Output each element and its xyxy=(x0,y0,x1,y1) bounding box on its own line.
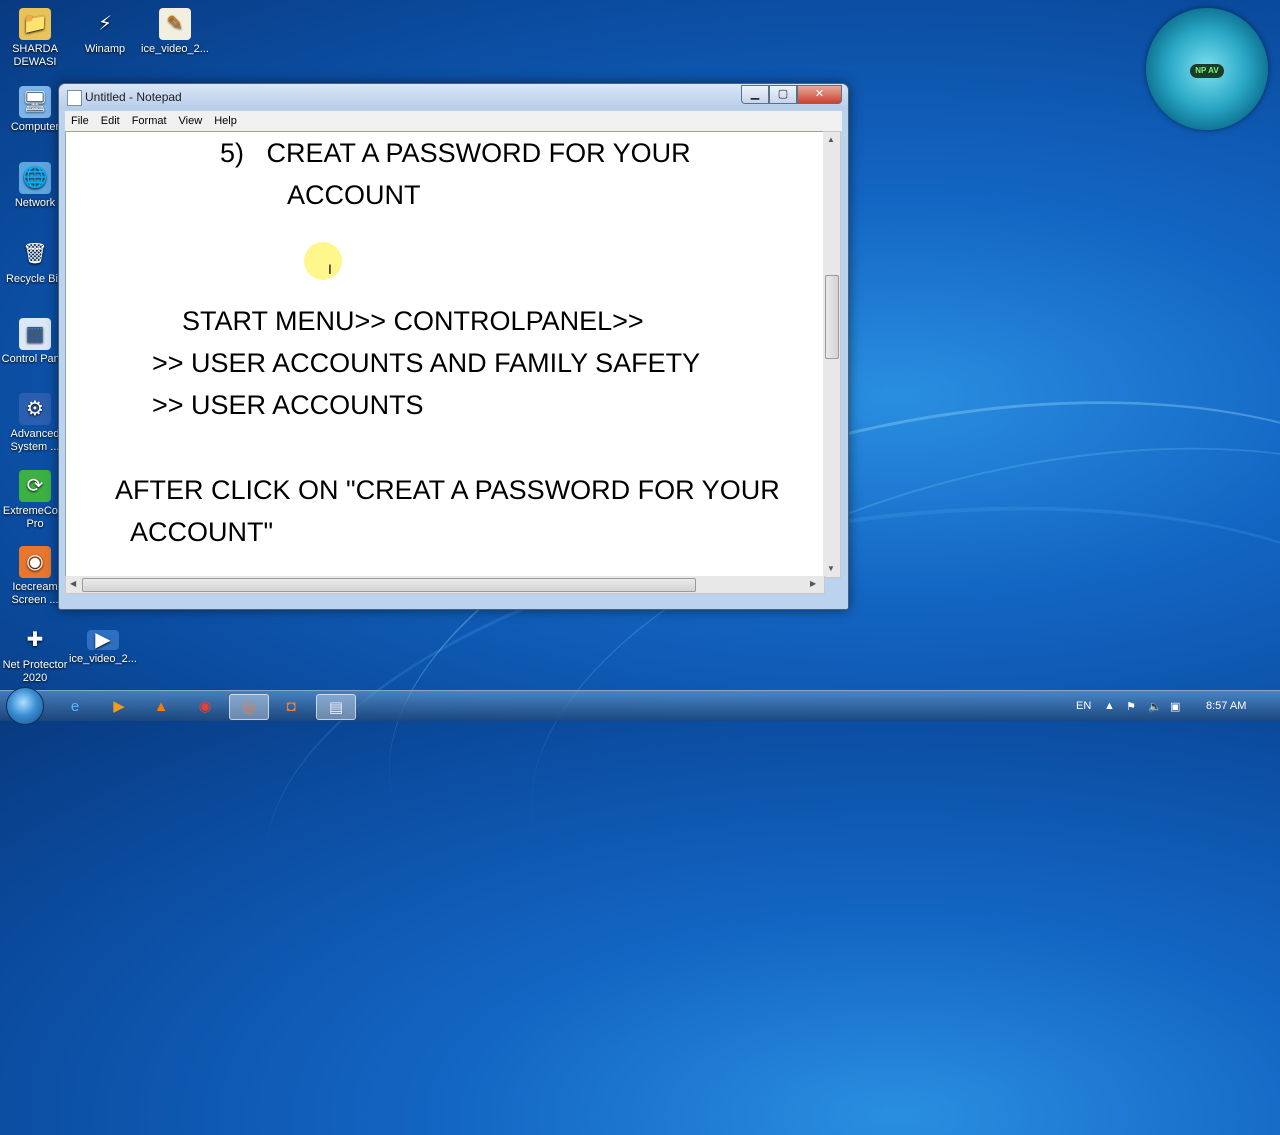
chrome-icon[interactable]: ◉ xyxy=(186,694,224,718)
scroll-up-arrow-icon[interactable]: ▲ xyxy=(827,135,835,144)
text-line: 5) CREAT A PASSWORD FOR YOUR xyxy=(220,138,691,168)
text-cursor-icon: I xyxy=(328,261,332,277)
icecream-icon: ◉ xyxy=(19,546,51,578)
maximize-button[interactable]: ▢ xyxy=(769,85,797,104)
menu-view[interactable]: View xyxy=(173,115,209,127)
text-line: >> USER ACCOUNTS xyxy=(152,390,424,420)
desktop-icon-label: Net Protector 2020 xyxy=(2,659,68,684)
desktop-icon-user-folder[interactable]: 📁 SHARDA DEWASI xyxy=(0,8,70,69)
folder-user-icon: 📁 xyxy=(19,8,51,40)
window-title: Untitled - Notepad xyxy=(85,90,182,104)
volume-icon[interactable]: 🔈 xyxy=(1148,700,1162,713)
computer-icon: 🖥 xyxy=(19,86,51,118)
notepad-icon[interactable]: ▤ xyxy=(316,694,356,720)
icecream-recorder-icon[interactable]: ◎ xyxy=(229,694,269,720)
close-button[interactable]: ✕ xyxy=(797,85,842,104)
advanced-system-icon: ⚙ xyxy=(19,393,51,425)
desktop-icon-label: Winamp xyxy=(84,43,126,55)
horizontal-scrollbar[interactable]: ◀ ▶ xyxy=(65,576,825,594)
language-indicator[interactable]: EN xyxy=(1076,700,1091,712)
menu-format[interactable]: Format xyxy=(126,115,173,127)
vertical-scroll-thumb[interactable] xyxy=(825,275,839,359)
net-protector-icon: ✚ xyxy=(26,628,44,651)
vlc-icon[interactable]: ▲ xyxy=(142,694,180,718)
extremecopy-icon: ⟳ xyxy=(19,470,51,502)
desktop-icon-video-file[interactable]: ✎ ice_video_2... xyxy=(140,8,210,56)
taskbar: e ▶ ▲ ◉ ◎ ◘ ▤ EN ▲ ⚑ 🔈 ▣ 8:57 AM xyxy=(0,687,1280,725)
show-hidden-icons-icon[interactable]: ▲ xyxy=(1104,700,1115,712)
text-line: AFTER CLICK ON "CREAT A PASSWORD FOR YOU… xyxy=(115,475,780,505)
security-flag-icon[interactable]: ⚑ xyxy=(1126,700,1136,713)
network-tray-icon[interactable]: ▣ xyxy=(1170,700,1180,713)
gadget-badge: NP AV xyxy=(1190,64,1224,78)
horizontal-scroll-thumb[interactable] xyxy=(82,578,696,592)
menu-help[interactable]: Help xyxy=(208,115,243,127)
control-panel-icon: ▦ xyxy=(19,318,51,350)
notepad-icon xyxy=(67,90,82,106)
ie-icon[interactable]: e xyxy=(56,694,94,718)
desktop-icon-label: SHARDA DEWASI xyxy=(12,43,58,68)
desktop-icon-winamp[interactable]: ⚡ Winamp xyxy=(70,8,140,56)
menu-file[interactable]: File xyxy=(65,115,95,127)
text-line: ACCOUNT xyxy=(287,180,421,210)
vertical-scrollbar[interactable]: ▲ ▼ xyxy=(823,131,841,578)
menu-edit[interactable]: Edit xyxy=(95,115,126,127)
scroll-left-arrow-icon[interactable]: ◀ xyxy=(70,579,76,588)
winamp-icon: ⚡ xyxy=(97,12,113,35)
antivirus-gadget[interactable]: NP AV xyxy=(1146,8,1268,130)
desktop-icon-label: ice_video_2... xyxy=(141,43,209,55)
scroll-right-arrow-icon[interactable]: ▶ xyxy=(810,579,816,588)
clock[interactable]: 8:57 AM xyxy=(1206,700,1246,712)
text-line: START MENU>> CONTROLPANEL>> xyxy=(182,306,644,336)
icecream-screen-icon[interactable]: ◘ xyxy=(272,694,310,718)
text-line: >> USER ACCOUNTS AND FAMILY SAFETY xyxy=(152,348,701,378)
minimize-button[interactable]: ▁ xyxy=(741,85,769,104)
scroll-down-arrow-icon[interactable]: ▼ xyxy=(827,564,835,573)
desktop-icon-label: ice_video_2... xyxy=(69,653,137,665)
video-file-icon: ▶ xyxy=(87,630,119,650)
media-player-icon[interactable]: ▶ xyxy=(100,694,138,718)
title-bar[interactable]: Untitled - Notepad ▁ ▢ ✕ xyxy=(59,84,848,110)
desktop-icon-net-protector[interactable]: ✚ Net Protector 2020 xyxy=(0,624,70,685)
network-icon: 🌐 xyxy=(19,162,51,194)
notepad-window[interactable]: Untitled - Notepad ▁ ▢ ✕ File Edit Forma… xyxy=(58,83,849,610)
video-file-icon: ✎ xyxy=(159,8,191,40)
desktop-icon-video-file-2[interactable]: ▶ ice_video_2... xyxy=(68,630,138,666)
recycle-bin-icon: 🗑 xyxy=(22,242,48,265)
text-line: ACCOUNT" xyxy=(130,517,274,547)
text-edit-area[interactable]: 5) CREAT A PASSWORD FOR YOUR ACCOUNT STA… xyxy=(65,131,825,578)
cursor-highlight xyxy=(304,242,342,280)
start-button[interactable] xyxy=(6,687,44,725)
menu-bar: File Edit Format View Help xyxy=(65,111,842,131)
